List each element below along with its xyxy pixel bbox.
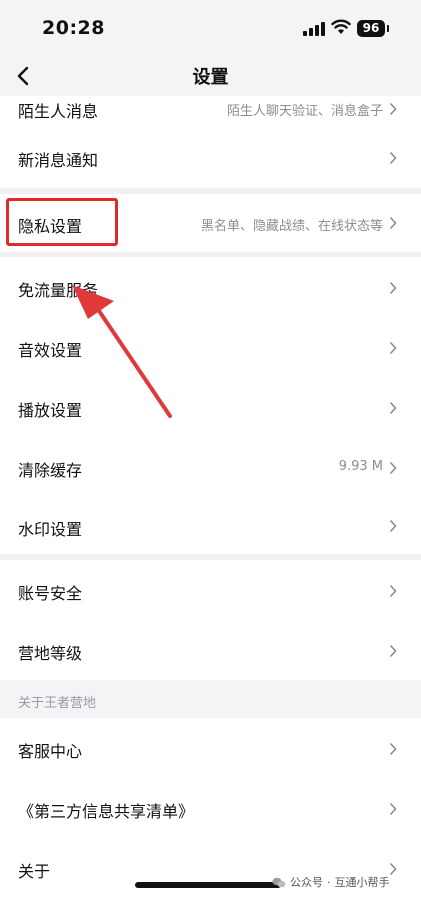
row-new-message-notification[interactable]: 新消息通知 <box>0 128 421 188</box>
section-header-title: 关于王者营地 <box>18 696 97 711</box>
row-label: 免流量服务 <box>18 281 99 300</box>
chevron-right-icon <box>389 584 397 598</box>
row-third-party-sharing-list[interactable]: 《第三方信息共享清单》 <box>0 778 421 838</box>
chevron-right-icon <box>389 102 397 116</box>
chevron-right-icon <box>389 281 397 295</box>
row-label: 水印设置 <box>18 520 83 539</box>
highlight-box <box>6 198 118 246</box>
chevron-right-icon <box>389 862 397 876</box>
battery-tip <box>387 25 389 32</box>
row-about[interactable]: 关于 <box>0 838 421 902</box>
status-bar: 20:28 96 <box>0 0 421 58</box>
row-watermark-settings[interactable]: 水印设置 <box>0 497 421 554</box>
watermark-prefix: 公众号 <box>290 876 323 889</box>
status-time: 20:28 <box>42 17 105 39</box>
battery-indicator: 96 <box>357 20 385 37</box>
wechat-icon <box>272 877 286 888</box>
watermark-separator: · <box>327 875 331 889</box>
navigation-bar: 设置 <box>0 58 421 96</box>
row-account-security[interactable]: 账号安全 <box>0 560 421 620</box>
row-clear-cache[interactable]: 清除缓存 9.93 M <box>0 437 421 497</box>
row-value: 陌生人聊天验证、消息盒子 <box>226 104 383 119</box>
chevron-right-icon <box>389 216 397 230</box>
row-value: 黑名单、隐藏战绩、在线状态等 <box>200 219 383 234</box>
row-sound-settings[interactable]: 音效设置 <box>0 317 421 377</box>
home-indicator <box>135 882 281 888</box>
row-label: 客服中心 <box>18 742 83 761</box>
watermark: 公众号 · 互通小帮手 <box>272 874 390 890</box>
chevron-right-icon <box>389 401 397 415</box>
row-data-free-service[interactable]: 免流量服务 <box>0 257 421 317</box>
chevron-right-icon <box>389 742 397 756</box>
chevron-right-icon <box>389 802 397 816</box>
chevron-right-icon <box>389 341 397 355</box>
cellular-signal-icon <box>303 22 325 36</box>
row-label: 音效设置 <box>18 341 83 360</box>
row-label: 《第三方信息共享清单》 <box>18 802 195 821</box>
chevron-right-icon <box>389 519 397 533</box>
wifi-icon <box>331 19 351 34</box>
chevron-right-icon <box>389 644 397 658</box>
row-playback-settings[interactable]: 播放设置 <box>0 377 421 437</box>
row-label: 新消息通知 <box>18 151 99 170</box>
watermark-name: 互通小帮手 <box>334 876 390 889</box>
row-camp-level[interactable]: 营地等级 <box>0 620 421 680</box>
chevron-right-icon <box>389 151 397 165</box>
row-label: 关于 <box>18 862 51 881</box>
row-label: 账号安全 <box>18 584 83 603</box>
row-label: 陌生人消息 <box>18 102 99 121</box>
row-label: 播放设置 <box>18 401 83 420</box>
cache-size-value: 9.93 M <box>338 459 383 474</box>
row-label: 营地等级 <box>18 644 83 663</box>
section-header-about: 关于王者营地 <box>0 680 421 718</box>
page-title: 设置 <box>192 67 229 88</box>
row-customer-service[interactable]: 客服中心 <box>0 718 421 778</box>
row-label: 清除缓存 <box>18 461 83 480</box>
chevron-right-icon <box>389 461 397 475</box>
